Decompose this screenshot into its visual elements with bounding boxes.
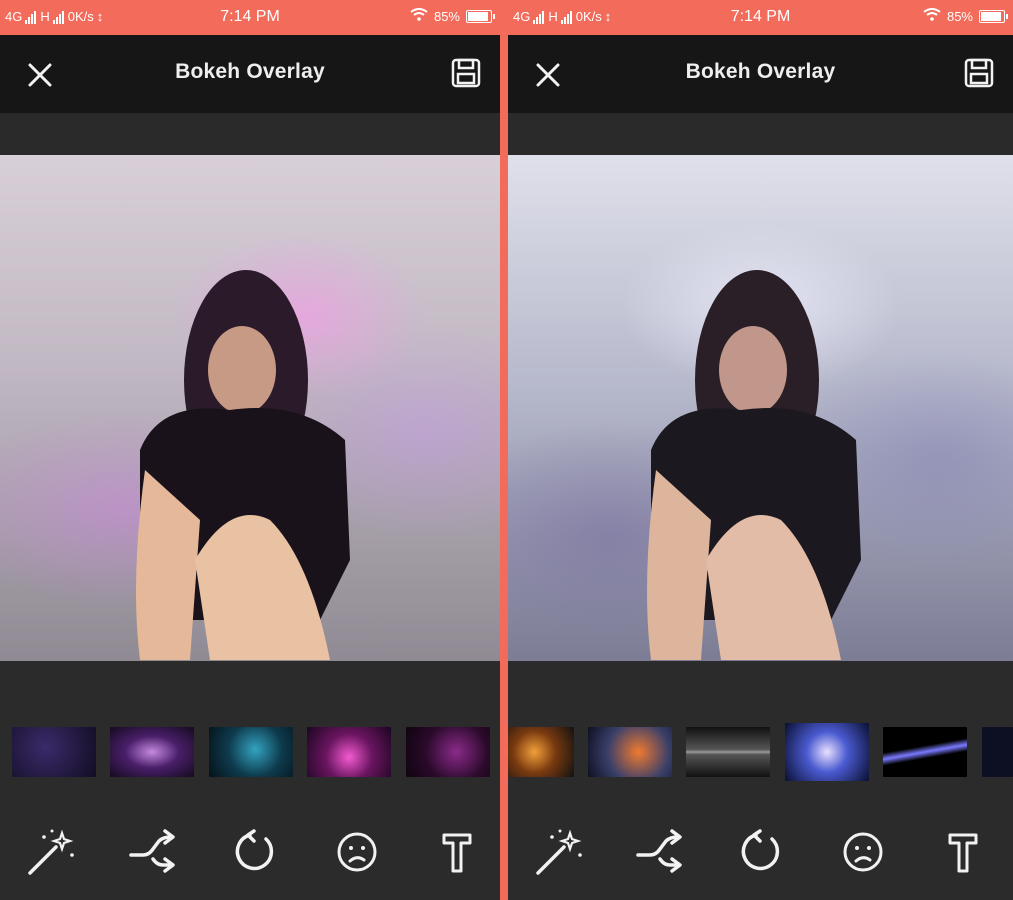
battery-percent: 85% [433, 8, 460, 24]
toolbar [508, 811, 1013, 900]
battery-icon [979, 9, 1008, 23]
overlay-thumbnail[interactable] [883, 727, 967, 777]
edited-photo[interactable] [0, 155, 500, 661]
shuffle-icon[interactable] [634, 825, 688, 879]
overlay-strip [508, 661, 1013, 811]
overlay-thumbnail[interactable] [686, 727, 770, 777]
overlay-thumbnail[interactable] [785, 723, 869, 781]
save-icon[interactable] [450, 57, 482, 89]
overlay-thumbnail[interactable] [12, 727, 96, 777]
battery-percent: 85% [946, 8, 973, 24]
spacer [0, 113, 500, 155]
battery-icon [466, 9, 495, 23]
overlay-thumbnail[interactable] [110, 727, 194, 777]
shuffle-icon[interactable] [127, 825, 181, 879]
overlay-thumbnail[interactable] [508, 727, 574, 777]
magic-wand-icon[interactable] [532, 825, 586, 879]
rotate-icon[interactable] [228, 825, 282, 879]
overlay-strip [0, 661, 500, 811]
wifi-icon [923, 8, 941, 24]
rotate-icon[interactable] [734, 825, 788, 879]
magic-wand-icon[interactable] [24, 825, 78, 879]
screen-title: Bokeh Overlay [175, 60, 325, 83]
app-bar: Bokeh Overlay [508, 35, 1013, 113]
overlay-thumbnail[interactable] [209, 727, 293, 777]
spacer [508, 113, 1013, 155]
wifi-icon [410, 8, 428, 24]
screen-title: Bokeh Overlay [685, 60, 836, 83]
edited-photo[interactable] [508, 155, 1013, 661]
app-bar: Bokeh Overlay [0, 35, 500, 113]
overlay-thumbnail[interactable] [307, 727, 391, 777]
screen-left: 4G H 0K/s ↕ 7:14 PM 85% Bokeh Overlay [0, 0, 500, 900]
save-icon[interactable] [963, 57, 995, 89]
text-icon[interactable] [430, 825, 484, 879]
overlay-thumbnail[interactable] [406, 727, 490, 777]
sad-face-icon[interactable] [330, 825, 384, 879]
text-icon[interactable] [936, 825, 990, 879]
woman-photo [136, 270, 350, 660]
toolbar [0, 811, 500, 900]
overlay-thumbnail[interactable] [588, 727, 672, 777]
overlay-thumbnail[interactable] [982, 727, 1013, 777]
status-bar: 4G H 0K/s ↕ 7:14 PM 85% [508, 0, 1013, 35]
status-bar: 4G H 0K/s ↕ 7:14 PM 85% [0, 0, 500, 35]
screen-right: 4G H 0K/s ↕ 7:14 PM 85% Bokeh Overlay [508, 0, 1013, 900]
woman-photo [646, 270, 861, 660]
sad-face-icon[interactable] [836, 825, 890, 879]
